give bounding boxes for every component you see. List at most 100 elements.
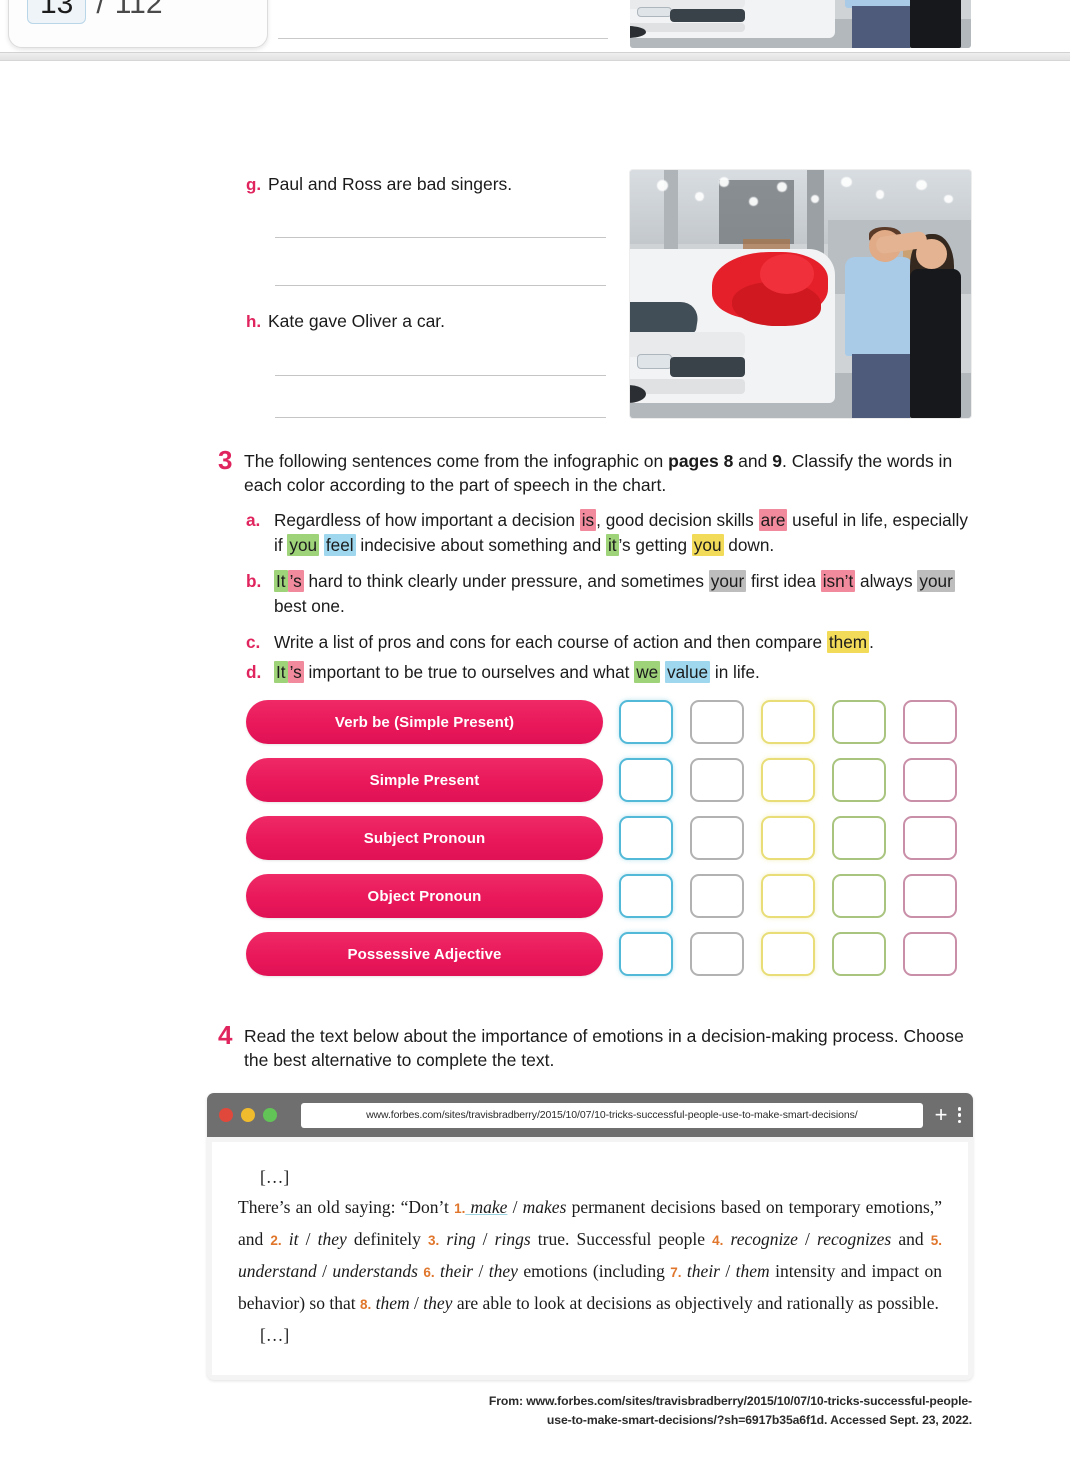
chart-answer-box[interactable] (690, 700, 744, 744)
chart-answer-box[interactable] (761, 758, 815, 802)
exercise-4-number: 4 (218, 1020, 233, 1050)
alternative-option-selected[interactable]: make (465, 1197, 508, 1217)
answer-line-h1[interactable] (275, 375, 606, 376)
chart-answer-box[interactable] (761, 700, 815, 744)
alternative-option[interactable]: recognizes (817, 1229, 891, 1249)
kebab-menu-icon[interactable] (957, 1107, 961, 1123)
browser-page-content: […] There’s an old saying: “Don’t 1. mak… (212, 1142, 968, 1375)
instruction-prefix: The following sentences come from the in… (244, 451, 669, 471)
chart-row: Object Pronoun (246, 874, 974, 918)
traffic-light-minimize-icon[interactable] (241, 1108, 255, 1122)
answer-line-g1[interactable] (275, 237, 606, 238)
instruction-pages-8: pages 8 (668, 451, 734, 471)
highlighted-word-green: It (274, 661, 288, 683)
sentence-body-c: Write a list of pros and cons for each c… (274, 630, 972, 655)
alternative-option[interactable]: they (423, 1293, 452, 1313)
url-bar[interactable]: www.forbes.com/sites/travisbradberry/201… (301, 1102, 923, 1128)
sentence-body-b: It’s hard to think clearly under pressur… (274, 569, 972, 619)
page-navigation-widget[interactable]: 13 / 112 (8, 0, 268, 48)
chart-answer-box[interactable] (619, 758, 673, 802)
exercise-4-instruction: Read the text below about the importance… (244, 1026, 964, 1070)
alternative-option[interactable]: they (489, 1261, 518, 1281)
alternative-option[interactable]: makes (523, 1197, 567, 1217)
alternative-option[interactable]: their (682, 1261, 720, 1281)
chart-answer-box[interactable] (690, 816, 744, 860)
chart-answer-box[interactable] (619, 700, 673, 744)
chart-cell-group (619, 700, 974, 744)
chart-answer-box[interactable] (903, 932, 957, 976)
chart-answer-box[interactable] (832, 700, 886, 744)
pdf-viewer-top-strip: 13 / 112 (0, 0, 1070, 60)
sentence-item-a: a. Regardless of how important a decisio… (246, 508, 972, 558)
exercise-3-number: 3 (218, 445, 233, 475)
chart-answer-box[interactable] (690, 932, 744, 976)
item-label-g: g. (246, 175, 262, 194)
car-dealership-photo (630, 170, 971, 418)
sentence-text: , good decision skills (596, 510, 759, 530)
chart-answer-box[interactable] (619, 816, 673, 860)
alternative-option[interactable]: their (435, 1261, 473, 1281)
alternative-option[interactable]: understands (332, 1261, 418, 1281)
chart-cell-group (619, 816, 974, 860)
page-separator: / (96, 0, 105, 20)
parts-of-speech-chart: Verb be (Simple Present) Simple Present Su… (246, 700, 974, 990)
alternative-number: 8. (359, 1297, 372, 1312)
ellipsis-top: […] (260, 1167, 290, 1187)
alternative-option[interactable]: them (371, 1293, 410, 1313)
highlighted-word-pink: ’s (287, 661, 304, 683)
chart-answer-box[interactable] (690, 758, 744, 802)
sentence-text: indecisive about something and (355, 535, 606, 555)
page-separator-bar (0, 52, 1070, 61)
chart-answer-box[interactable] (903, 816, 957, 860)
alternative-option[interactable]: recognize (723, 1229, 798, 1249)
chart-answer-box[interactable] (832, 932, 886, 976)
article-body: There’s an old saying: “Don’t 1. make / … (238, 1197, 942, 1313)
answer-line-h2[interactable] (275, 417, 606, 418)
highlighted-word-pink: are (758, 509, 788, 531)
total-pages-label: 112 (114, 0, 163, 20)
article-text: / (720, 1261, 736, 1281)
article-text: definitely (346, 1229, 429, 1249)
sentence-body-a: Regardless of how important a decision i… (274, 508, 972, 558)
sentence-text: best one. (274, 596, 345, 616)
alternative-number: 7. (670, 1265, 682, 1280)
chart-answer-box[interactable] (832, 874, 886, 918)
alternative-option[interactable]: ring (439, 1229, 475, 1249)
alternative-option[interactable]: they (318, 1229, 347, 1249)
chart-row-label: Subject Pronoun (246, 816, 603, 860)
article-text: / (507, 1197, 523, 1217)
sentence-text: first idea (746, 571, 821, 591)
highlighted-word-blue: feel (323, 534, 356, 556)
chart-answer-box[interactable] (619, 874, 673, 918)
chart-answer-box[interactable] (832, 758, 886, 802)
chart-answer-box[interactable] (903, 758, 957, 802)
highlighted-word-blue: value (665, 661, 711, 683)
alternative-option[interactable]: understand (238, 1261, 317, 1281)
current-page-input[interactable]: 13 (27, 0, 87, 24)
traffic-light-maximize-icon[interactable] (263, 1108, 277, 1122)
chart-answer-box[interactable] (761, 874, 815, 918)
chart-answer-box[interactable] (761, 932, 815, 976)
chart-answer-box[interactable] (832, 816, 886, 860)
alternative-number: 3. (428, 1233, 440, 1248)
chart-answer-box[interactable] (903, 700, 957, 744)
chart-answer-box[interactable] (761, 816, 815, 860)
article-text: true. Successful people (530, 1229, 713, 1249)
alternative-option[interactable]: rings (495, 1229, 531, 1249)
chart-row-label: Simple Present (246, 758, 603, 802)
traffic-light-close-icon[interactable] (219, 1108, 233, 1122)
article-text: are able to look at decisions as objecti… (452, 1293, 939, 1313)
highlighted-word-green: It (274, 570, 288, 592)
alternative-option[interactable]: them (736, 1261, 770, 1281)
source-line-1: From: www.forbes.com/sites/travisbradber… (488, 1394, 972, 1408)
browser-mockup: www.forbes.com/sites/travisbradberry/201… (207, 1093, 973, 1380)
chart-answer-box[interactable] (690, 874, 744, 918)
sentence-label-a: a. (246, 510, 261, 530)
ellipsis-bottom: […] (260, 1325, 290, 1345)
new-tab-icon[interactable]: + (935, 1104, 948, 1126)
chart-answer-box[interactable] (903, 874, 957, 918)
chart-answer-box[interactable] (619, 932, 673, 976)
alternative-option[interactable]: it (282, 1229, 299, 1249)
answer-line-g2[interactable] (275, 285, 606, 286)
article-text: / (475, 1229, 495, 1249)
